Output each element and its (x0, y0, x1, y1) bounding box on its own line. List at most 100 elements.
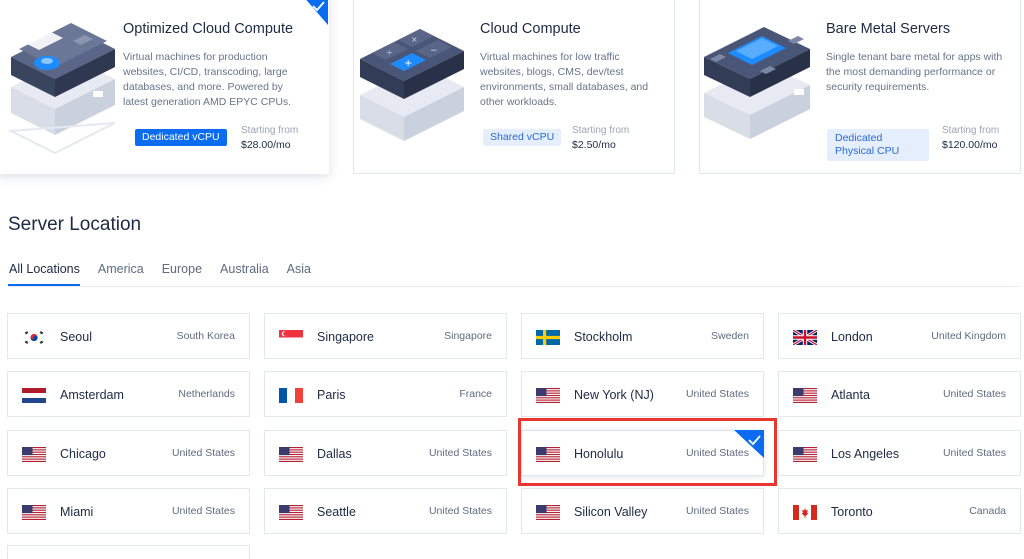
svg-text:÷: ÷ (386, 48, 393, 57)
plan-card-cloud-compute[interactable]: ÷ × + − Cloud Compute Virtual machines f… (353, 0, 675, 174)
location-tabs: All Locations America Europe Australia A… (8, 262, 328, 286)
location-country: United States (942, 388, 1006, 400)
location-card-toronto[interactable]: Toronto Canada (778, 488, 1021, 534)
plan-price: $120.00/mo (942, 139, 998, 151)
location-city: Toronto (831, 505, 873, 519)
location-country: United States (428, 505, 492, 517)
location-country: United States (428, 447, 492, 459)
location-city: Paris (317, 388, 346, 402)
sweden-flag-icon (536, 330, 560, 345)
server-illustration-icon (704, 27, 810, 139)
location-card-los-angeles[interactable]: Los Angeles United States (778, 430, 1021, 476)
us-flag-icon (22, 505, 46, 520)
section-title: Server Location (8, 214, 142, 235)
location-card-london[interactable]: London United Kingdom (778, 313, 1021, 359)
location-city: Singapore (317, 330, 374, 344)
tab-australia[interactable]: Australia (219, 262, 269, 286)
plan-cpu-badge-line: Dedicated (835, 132, 883, 144)
location-city: Miami (60, 505, 94, 519)
location-country: United States (942, 447, 1006, 459)
singapore-flag-icon (279, 330, 303, 345)
tab-europe[interactable]: Europe (161, 262, 202, 286)
location-country: France (459, 388, 492, 400)
location-country: United States (171, 447, 235, 459)
location-city: Seoul (60, 330, 92, 344)
location-card-seoul[interactable]: Seoul South Korea (7, 313, 250, 359)
location-card-singapore[interactable]: Singapore Singapore (264, 313, 507, 359)
tab-america[interactable]: America (97, 262, 144, 286)
plan-cpu-badge: Dedicated Physical CPU (827, 129, 929, 161)
plan-cpu-badge-line: Physical CPU (835, 145, 900, 157)
us-flag-icon (793, 388, 817, 403)
plan-title: Bare Metal Servers (826, 21, 951, 37)
location-country: Canada (969, 505, 1006, 517)
location-country: United States (171, 505, 235, 517)
plan-description: Virtual machines for production websites… (123, 51, 292, 108)
location-card-stockholm[interactable]: Stockholm Sweden (521, 313, 764, 359)
location-card-partial[interactable] (7, 545, 250, 559)
location-city: London (831, 330, 873, 344)
svg-text:+: + (404, 58, 412, 69)
us-flag-icon (536, 505, 560, 520)
korea-flag-icon (22, 330, 46, 345)
location-city: Chicago (60, 447, 106, 461)
france-flag-icon (279, 388, 303, 403)
location-country: United States (685, 388, 749, 400)
plan-description: Virtual machines for low traffic website… (480, 51, 649, 108)
location-card-silicon-valley[interactable]: Silicon Valley United States (521, 488, 764, 534)
location-card-dallas[interactable]: Dallas United States (264, 430, 507, 476)
server-illustration-icon (7, 23, 116, 155)
plan-cpu-badge: Dedicated vCPU (135, 129, 227, 146)
location-card-amsterdam[interactable]: Amsterdam Netherlands (7, 371, 250, 417)
location-city: New York (NJ) (574, 388, 654, 402)
location-country: Netherlands (178, 388, 235, 400)
plan-price-label: Starting from (241, 125, 299, 136)
svg-text:×: × (411, 35, 418, 44)
location-city: Honolulu (574, 447, 624, 461)
uk-flag-icon (793, 330, 817, 345)
tab-all-locations[interactable]: All Locations (8, 262, 80, 286)
us-flag-icon (536, 447, 560, 462)
us-flag-icon (536, 388, 560, 403)
location-country: South Korea (176, 330, 235, 342)
netherlands-flag-icon (22, 388, 46, 403)
location-country: United Kingdom (931, 330, 1006, 342)
location-card-chicago[interactable]: Chicago United States (7, 430, 250, 476)
location-country: United States (685, 505, 749, 517)
location-card-new-york[interactable]: New York (NJ) United States (521, 371, 764, 417)
location-city: Los Angeles (831, 447, 900, 461)
location-card-honolulu[interactable]: Honolulu United States (521, 430, 764, 476)
location-city: Dallas (317, 447, 352, 461)
plan-title: Optimized Cloud Compute (123, 21, 294, 37)
selected-check-icon (734, 430, 764, 458)
tab-asia[interactable]: Asia (286, 262, 311, 286)
plan-price: $28.00/mo (241, 139, 291, 151)
plan-title: Cloud Compute (480, 21, 581, 37)
plan-price-label: Starting from (572, 125, 630, 136)
location-city: Stockholm (574, 330, 633, 344)
selected-check-icon (306, 0, 328, 25)
plan-cpu-badge: Shared vCPU (483, 129, 562, 146)
plan-description: Single tenant bare metal for apps with t… (826, 51, 1003, 93)
location-city: Atlanta (831, 388, 870, 402)
us-flag-icon (279, 447, 303, 462)
location-country: Singapore (444, 330, 492, 342)
canada-flag-icon (793, 505, 817, 520)
svg-text:−: − (430, 46, 438, 56)
plan-card-bare-metal-servers[interactable]: Bare Metal Servers Single tenant bare me… (699, 0, 1021, 174)
location-card-atlanta[interactable]: Atlanta United States (778, 371, 1021, 417)
location-city: Seattle (317, 505, 356, 519)
us-flag-icon (793, 447, 817, 462)
location-country: Sweden (711, 330, 749, 342)
location-card-paris[interactable]: Paris France (264, 371, 507, 417)
tabs-divider (8, 286, 1021, 287)
location-city: Amsterdam (60, 388, 124, 402)
location-card-miami[interactable]: Miami United States (7, 488, 250, 534)
us-flag-icon (279, 505, 303, 520)
us-flag-icon (22, 447, 46, 462)
plan-price: $2.50/mo (572, 139, 616, 151)
plan-card-optimized-cloud-compute[interactable]: Optimized Cloud Compute Virtual machines… (0, 0, 329, 174)
server-illustration-icon: ÷ × + − (360, 29, 464, 141)
location-card-seattle[interactable]: Seattle United States (264, 488, 507, 534)
location-city: Silicon Valley (574, 505, 648, 519)
